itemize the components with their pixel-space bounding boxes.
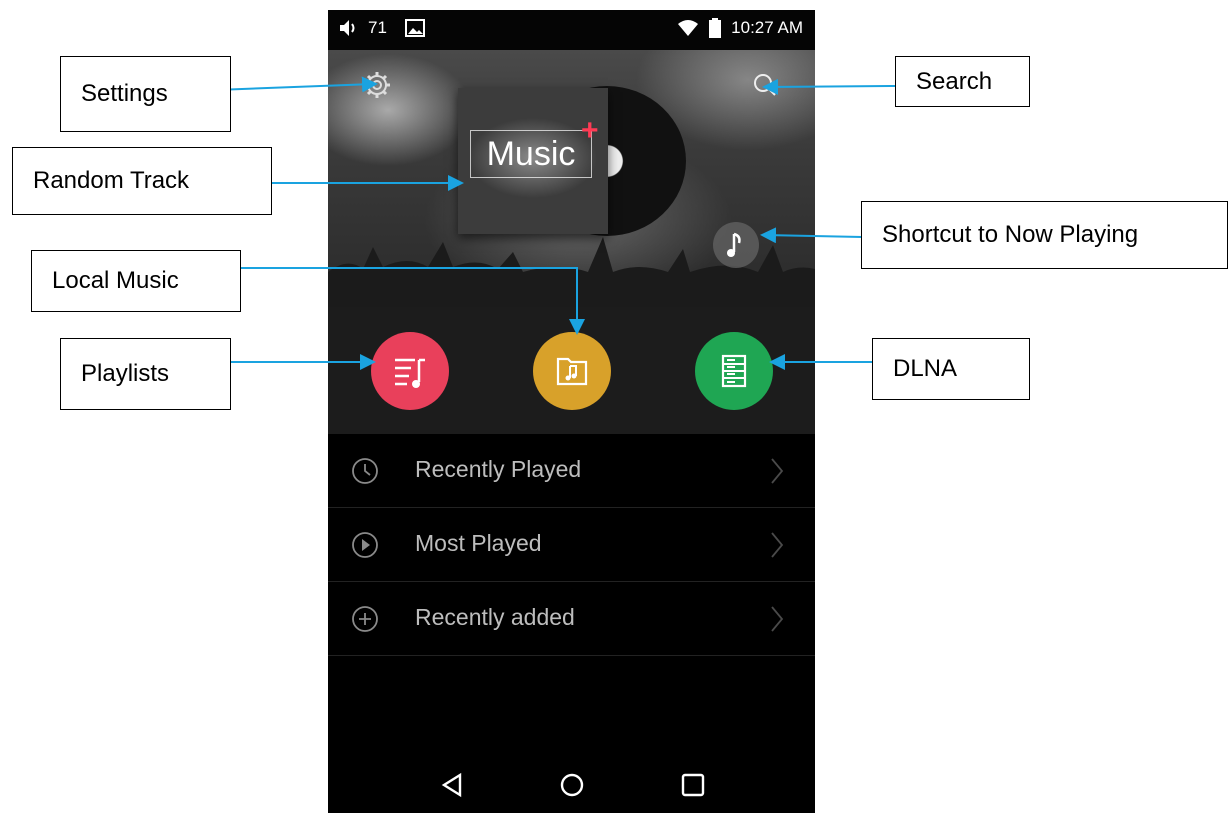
callout-search: Search xyxy=(895,56,1030,107)
status-bar: 71 10:27 AM xyxy=(328,10,815,50)
phone-screen: 71 10:27 AM Music + Recently Played Most… xyxy=(328,10,815,813)
wifi-icon xyxy=(678,20,699,36)
volume-level: 71 xyxy=(368,18,387,37)
list-item-recently-added[interactable]: Recently added xyxy=(328,582,815,656)
recents-icon[interactable] xyxy=(680,772,706,798)
callout-dlna: DLNA xyxy=(872,338,1030,400)
navigation-bar xyxy=(328,755,815,813)
hero-banner: Music + xyxy=(328,50,815,307)
settings-icon[interactable] xyxy=(362,70,392,100)
album-plus-badge: + xyxy=(581,114,599,147)
callout-settings: Settings xyxy=(60,56,231,132)
album-title: Music xyxy=(470,130,592,178)
list-item-label: Recently Played xyxy=(415,456,582,482)
callout-local-music: Local Music xyxy=(31,250,241,312)
play-circle-icon xyxy=(352,532,378,558)
chevron-right-icon xyxy=(771,532,784,558)
music-folder-icon xyxy=(556,357,588,386)
callout-random-track: Random Track xyxy=(12,147,272,215)
chevron-right-icon xyxy=(771,606,784,632)
callout-playlists: Playlists xyxy=(60,338,231,410)
music-note-icon xyxy=(727,232,741,257)
playlist-icon xyxy=(395,358,425,388)
local-music-button[interactable] xyxy=(533,332,611,410)
callout-shortcut-now-playing: Shortcut to Now Playing xyxy=(861,201,1228,269)
server-icon xyxy=(721,354,747,388)
list-item-label: Recently added xyxy=(415,604,575,630)
volume-icon xyxy=(340,20,355,36)
shortcut-list: Recently Played Most Played Recently add… xyxy=(328,434,815,656)
clock-icon xyxy=(352,458,378,484)
dlna-button[interactable] xyxy=(695,332,773,410)
battery-icon xyxy=(709,18,722,38)
playlists-button[interactable] xyxy=(371,332,449,410)
back-icon[interactable] xyxy=(440,772,466,798)
list-item-most-played[interactable]: Most Played xyxy=(328,508,815,582)
search-icon[interactable] xyxy=(752,72,778,98)
image-icon xyxy=(404,19,425,37)
now-playing-button[interactable] xyxy=(713,222,759,268)
chevron-right-icon xyxy=(771,458,784,484)
list-item-label: Most Played xyxy=(415,530,542,556)
list-item-recently-played[interactable]: Recently Played xyxy=(328,434,815,508)
clock-time: 10:27 AM xyxy=(731,18,803,37)
category-bar xyxy=(328,307,815,434)
plus-circle-icon xyxy=(352,606,378,632)
home-icon[interactable] xyxy=(559,772,585,798)
